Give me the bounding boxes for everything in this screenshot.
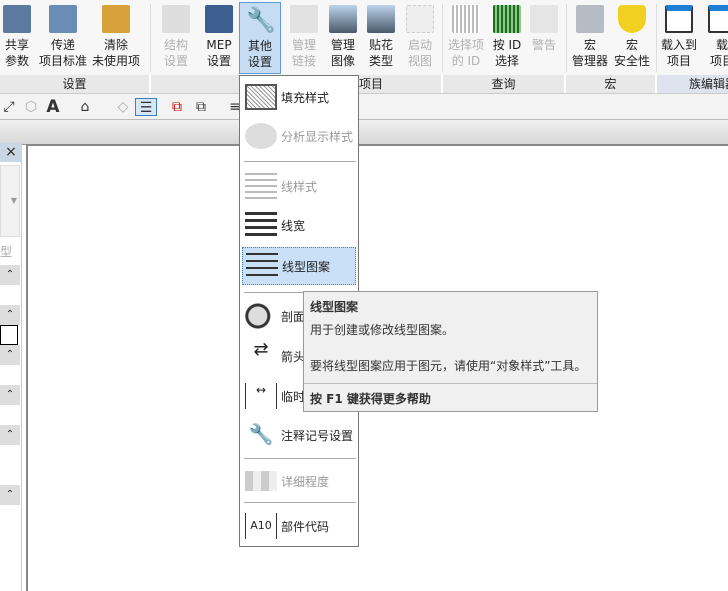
ribbon: 共享 参数 传递 项目标准 清除 未使用项 结构 设置 MEP 设置 🔧 其他 设置 管理 链接…: [0, 0, 728, 93]
divider: [150, 4, 151, 72]
panel-family-editor: 族编辑器: [657, 75, 728, 93]
image-icon: [329, 5, 357, 33]
menu-item-line-weights[interactable]: 线宽: [242, 206, 356, 244]
aligned-dimension-icon[interactable]: ⤢: [0, 98, 18, 116]
transfer-standards-icon: [49, 5, 77, 33]
starting-view-icon: [406, 5, 434, 33]
collapse-group-button[interactable]: ⌃: [0, 265, 20, 285]
manage-images-button[interactable]: 管理 图像: [322, 2, 364, 74]
3d-view-icon[interactable]: ⌂: [76, 98, 94, 116]
menu-item-analysis-display-styles[interactable]: 分析显示样式: [242, 117, 356, 155]
text-icon[interactable]: A: [44, 98, 62, 116]
menu-item-line-patterns[interactable]: 线型图案: [242, 247, 356, 285]
shield-warning-icon: [618, 5, 646, 33]
starting-view-button[interactable]: 启动 视图: [399, 2, 441, 74]
panel-macros: 宏: [566, 75, 657, 93]
tooltip-title: 线型图案: [310, 300, 359, 314]
menu-item-fill-patterns[interactable]: 填充样式: [242, 78, 356, 116]
macro-security-button[interactable]: 宏安全性: [608, 2, 656, 74]
switch-windows-icon[interactable]: ⧉: [192, 98, 210, 116]
assembly-code-icon: A10: [245, 513, 277, 539]
tooltip: 线型图案 用于创建或修改线型图案。 要将线型图案应用于图元，请使用“对象样式”工…: [303, 291, 598, 412]
wrench-icon: 🔧: [248, 422, 274, 446]
type-selector-dropdown[interactable]: ▼: [0, 165, 20, 237]
purge-unused-button[interactable]: 清除 未使用项: [90, 2, 142, 74]
structural-settings-icon: [162, 5, 190, 33]
mep-settings-button[interactable]: MEP 设置: [198, 2, 240, 74]
other-settings-button[interactable]: 🔧 其他 设置: [239, 2, 281, 74]
broom-icon: [102, 5, 130, 33]
quick-toolbar: ⤢ ⬡ A ⌂ ◇ ☰ ⧉ ⧉ ≡: [0, 93, 728, 120]
menu-separator: [244, 502, 356, 503]
analysis-display-icon: [245, 123, 277, 149]
structural-settings-button[interactable]: 结构 设置: [155, 2, 197, 74]
decal-icon: [367, 5, 395, 33]
transfer-project-standards-button[interactable]: 传递 项目标准: [38, 2, 88, 74]
divider: [442, 4, 443, 72]
decal-types-button[interactable]: 贴花 类型: [360, 2, 402, 74]
load-into-project-icon: [708, 5, 728, 33]
tooltip-divider: [304, 383, 597, 384]
barcode-cursor-icon: [493, 5, 521, 33]
type-label: 型: [0, 245, 13, 259]
property-field[interactable]: [0, 325, 18, 345]
panel-inquiry: 查询: [443, 75, 566, 93]
line-styles-icon: [245, 173, 277, 199]
detail-level-icon: [245, 471, 277, 491]
collapse-group-button[interactable]: ⌃: [0, 425, 20, 445]
wrench-icon: 🔧: [246, 6, 276, 34]
line-weights-icon: [245, 212, 277, 238]
section-icon[interactable]: ◇: [114, 98, 132, 116]
manage-links-button[interactable]: 管理 链接: [283, 2, 325, 74]
menu-item-assembly-code[interactable]: A10 部件代码: [242, 507, 356, 545]
section-tag-icon: [245, 303, 277, 329]
panel-settings: 设置: [0, 75, 151, 93]
mep-settings-icon: [205, 5, 233, 33]
properties-panel: × ▼ 型 ⌃ ⌃ ⌃ ⌃ ⌃ ⌃: [0, 143, 22, 591]
menu-item-detail-level[interactable]: 详细程度: [242, 462, 356, 500]
tooltip-detail: 要将线型图案应用于图元，请使用“对象样式”工具。: [310, 359, 587, 373]
warning-icon: [530, 5, 558, 33]
scroll-icon: [576, 5, 604, 33]
load-into-project-icon: [665, 5, 693, 33]
shared-parameters-icon: [3, 5, 31, 33]
load-into-project-button[interactable]: 载入到 项目: [657, 2, 701, 74]
arrowheads-icon: ⇄: [253, 339, 269, 360]
menu-item-keynoting-settings[interactable]: 🔧 注释记号设置: [242, 416, 356, 454]
load-into-project-close-button[interactable]: 载项目: [700, 2, 728, 74]
manage-links-icon: [290, 5, 318, 33]
menu-item-line-styles[interactable]: 线样式: [242, 167, 356, 205]
menu-separator: [244, 161, 356, 162]
close-panel-button[interactable]: ×: [0, 143, 22, 162]
temporary-dimension-icon: ↔: [245, 383, 277, 409]
tooltip-description: 用于创建或修改线型图案。: [310, 323, 455, 337]
line-patterns-icon: [246, 253, 278, 279]
macro-manager-button[interactable]: 宏管理器: [566, 2, 614, 74]
collapse-group-button[interactable]: ⌃: [0, 485, 20, 505]
thin-lines-icon[interactable]: ☰: [135, 98, 157, 116]
collapse-group-button[interactable]: ⌃: [0, 345, 20, 365]
close-hidden-windows-icon[interactable]: ⧉: [168, 98, 186, 116]
warnings-button[interactable]: 警告: [523, 2, 565, 74]
menu-separator: [244, 458, 356, 459]
shared-parameters-button[interactable]: 共享 参数: [0, 2, 38, 74]
select-by-id-button[interactable]: 按 ID 选择: [486, 2, 528, 74]
tooltip-help: 按 F1 键获得更多帮助: [310, 392, 431, 406]
fill-pattern-icon: [245, 84, 277, 110]
barcode-icon: [452, 5, 480, 33]
collapse-group-button[interactable]: ⌃: [0, 305, 20, 325]
view-tab-bar: [0, 120, 728, 145]
ids-of-selection-button[interactable]: 选择项的 ID: [444, 2, 488, 74]
tag-icon[interactable]: ⬡: [22, 98, 40, 116]
collapse-group-button[interactable]: ⌃: [0, 385, 20, 405]
